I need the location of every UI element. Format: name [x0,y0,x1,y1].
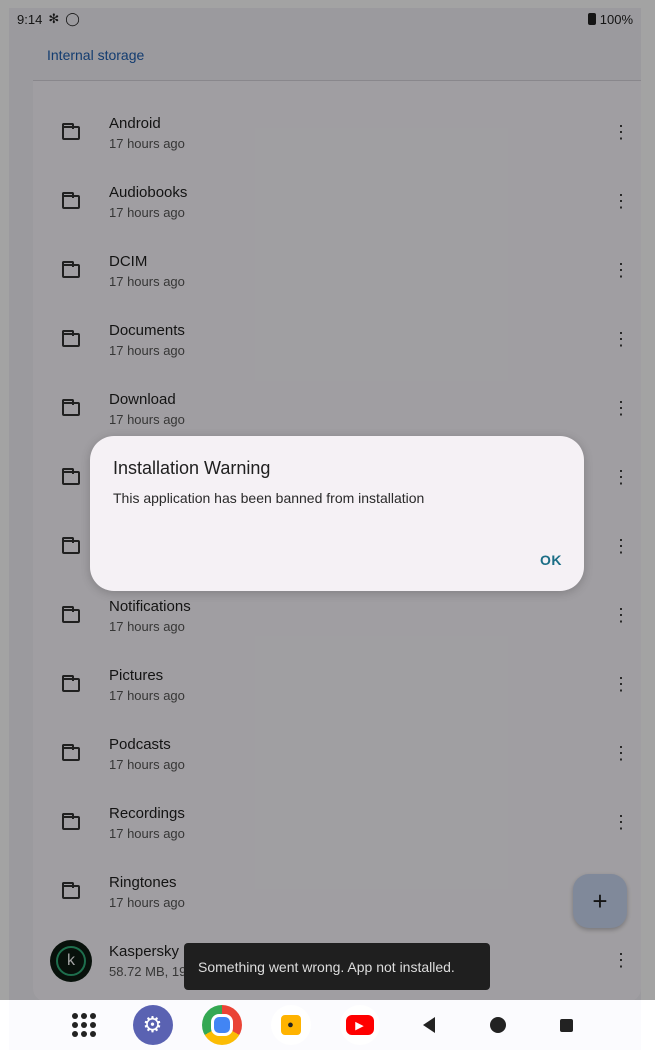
chrome-icon [210,1014,233,1036]
gear-icon: ⚙ [142,1012,163,1037]
dialog-title: Installation Warning [113,458,271,478]
ok-button[interactable]: OK [540,552,562,568]
youtube-icon: ▶ [345,1015,374,1035]
orange-app-button[interactable]: ● [270,1005,311,1045]
app-grid-icon [71,1013,96,1037]
back-button[interactable] [409,1005,449,1045]
home-icon [489,1017,506,1033]
back-icon [422,1017,435,1033]
dialog-message: This application has been banned from in… [113,490,425,506]
settings-app-button[interactable]: ⚙ [132,1005,173,1045]
youtube-app-button[interactable]: ▶ [339,1005,380,1045]
error-snackbar: Something went wrong. App not installed. [184,943,490,990]
home-button[interactable] [478,1005,518,1045]
navigation-bar: ⚙ ● ▶ [9,1000,641,1050]
app-icon: ● [280,1015,301,1035]
snackbar-text: Something went wrong. App not installed. [198,958,455,975]
installation-warning-dialog: Installation Warning This application ha… [90,436,584,591]
app-drawer-button[interactable] [64,1005,104,1045]
recents-button[interactable] [547,1005,587,1045]
recents-icon [560,1018,573,1032]
chrome-app-button[interactable] [201,1005,242,1045]
